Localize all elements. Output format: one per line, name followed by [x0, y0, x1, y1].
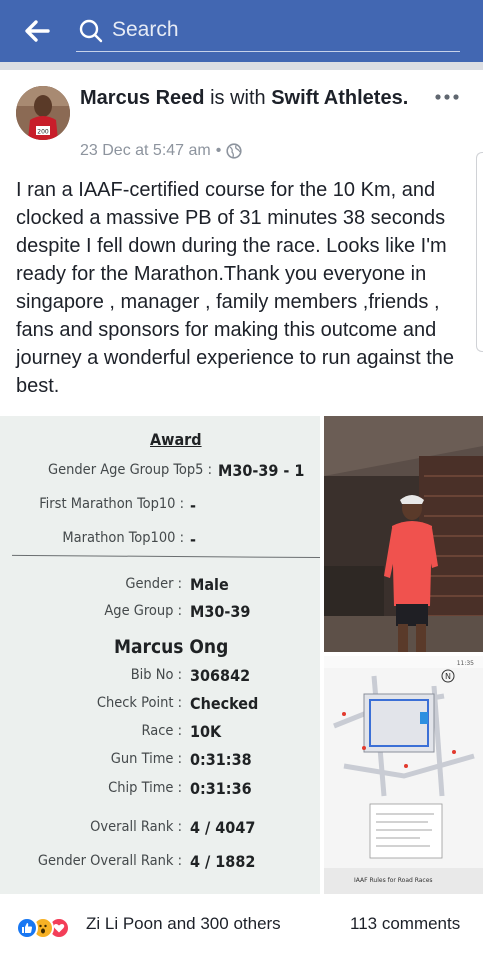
slip-label: Check Point :: [96, 695, 182, 711]
author-name[interactable]: Marcus Reed: [80, 87, 205, 109]
slip-value: 0:31:36: [190, 779, 252, 798]
map-footer-caption: IAAF Rules for Road Races: [354, 877, 433, 884]
slip-value: -: [190, 530, 196, 549]
slip-label: First Marathon Top10 :: [39, 496, 184, 512]
search-input[interactable]: Search: [76, 12, 460, 52]
search-placeholder: Search: [112, 18, 179, 41]
slip-divider: [12, 554, 320, 559]
magnifier-icon: [79, 19, 103, 43]
slip-runner-name: Marcus Ong: [114, 636, 229, 658]
meta-separator: •: [215, 142, 222, 159]
top-navigation-bar: Search: [0, 0, 483, 62]
slip-label: Marathon Top100 :: [62, 530, 184, 546]
feed-divider: [0, 62, 483, 70]
slip-value: M30-39 - 1: [218, 461, 305, 480]
slip-label: Bib No :: [130, 667, 182, 683]
slip-label: Gender :: [125, 576, 182, 592]
arrow-left-icon[interactable]: [20, 14, 54, 48]
svg-text:200: 200: [37, 129, 49, 136]
map-status-time: 11:35: [457, 660, 474, 667]
svg-text:N: N: [445, 672, 451, 681]
slip-value: Male: [190, 575, 229, 594]
avatar[interactable]: 200: [16, 86, 70, 140]
photo-result-slip[interactable]: Award Gender Age Group Top5 : M30-39 - 1…: [0, 416, 320, 894]
like-icon: [16, 917, 38, 939]
reaction-icons[interactable]: [16, 917, 70, 939]
slip-label: Gender Age Group Top5 :: [47, 462, 212, 478]
slip-label: Gun Time :: [110, 751, 182, 767]
slip-value: M30-39: [190, 602, 251, 621]
slip-value: Checked: [190, 694, 259, 713]
slip-value: 0:31:38: [190, 750, 252, 769]
slip-label: Chip Time :: [108, 780, 182, 796]
slip-value: 4 / 4047: [190, 818, 256, 837]
reactions-summary[interactable]: Zi Li Poon and 300 others: [86, 914, 281, 934]
scroll-indicator: [476, 152, 483, 352]
photo-runner[interactable]: [324, 416, 483, 652]
post-text: I ran a IAAF-certified course for the 10…: [16, 179, 455, 397]
comments-count[interactable]: 113 comments: [350, 914, 460, 934]
photo-grid: Award Gender Age Group Top5 : M30-39 - 1…: [0, 416, 483, 894]
ellipsis-icon[interactable]: [434, 92, 460, 102]
post-header: Marcus Reed is with Swift Athletes.: [80, 86, 420, 111]
slip-label: Age Group :: [104, 603, 182, 619]
with-text: is with: [210, 87, 266, 109]
post-timestamp[interactable]: 23 Dec at 5:47 am: [80, 142, 211, 160]
post-meta: 23 Dec at 5:47 am •: [80, 142, 242, 160]
tagged-group[interactable]: Swift Athletes.: [271, 87, 408, 109]
slip-value: -: [190, 496, 196, 515]
slip-heading: Award: [150, 430, 202, 449]
photo-course-map[interactable]: 11:35 N IAAF Rules for Road Races: [324, 656, 483, 894]
globe-icon: [226, 143, 242, 159]
slip-value: 306842: [190, 666, 251, 685]
slip-label: Race :: [141, 723, 182, 739]
slip-label: Gender Overall Rank :: [37, 853, 182, 869]
slip-value: 4 / 1882: [190, 852, 256, 871]
slip-label: Overall Rank :: [90, 819, 182, 835]
slip-value: 10K: [190, 722, 222, 741]
